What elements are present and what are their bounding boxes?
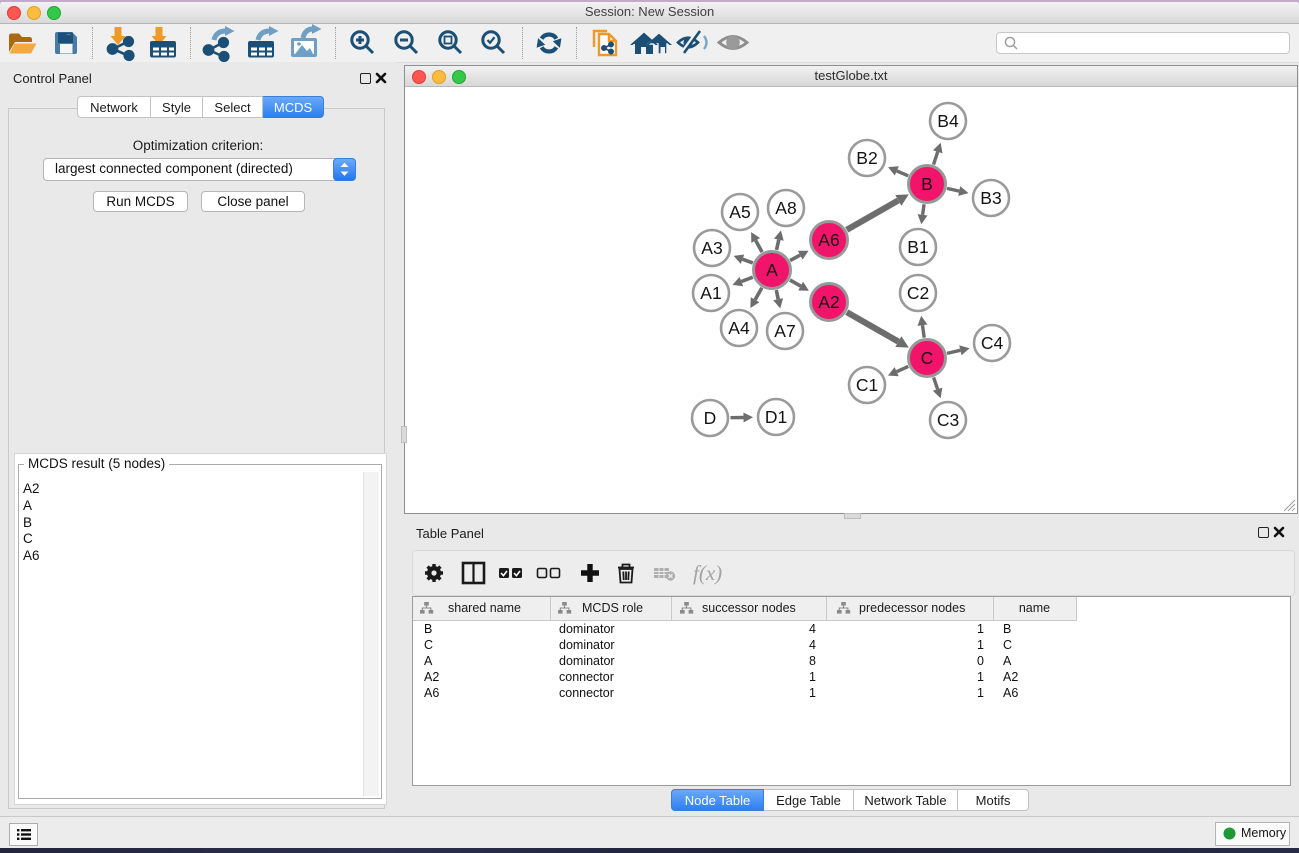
svg-text:A6: A6 bbox=[818, 230, 839, 250]
svg-text:B: B bbox=[921, 174, 933, 194]
svg-text:A: A bbox=[766, 260, 778, 280]
svg-text:f(x): f(x) bbox=[693, 561, 722, 585]
svg-text:C: C bbox=[921, 348, 934, 368]
svg-text:B1: B1 bbox=[907, 237, 928, 257]
svg-text:A7: A7 bbox=[774, 321, 795, 341]
svg-text:B3: B3 bbox=[980, 188, 1001, 208]
svg-text:D1: D1 bbox=[765, 407, 787, 427]
svg-text:D: D bbox=[704, 408, 717, 428]
svg-text:C2: C2 bbox=[907, 283, 929, 303]
svg-text:A2: A2 bbox=[818, 292, 839, 312]
svg-text:A1: A1 bbox=[700, 283, 721, 303]
svg-text:A8: A8 bbox=[775, 198, 796, 218]
svg-text:A5: A5 bbox=[729, 202, 750, 222]
svg-text:A3: A3 bbox=[701, 238, 722, 258]
svg-text:C1: C1 bbox=[856, 375, 878, 395]
svg-text:A4: A4 bbox=[728, 318, 750, 338]
svg-text:B4: B4 bbox=[937, 111, 959, 131]
svg-text:C4: C4 bbox=[981, 333, 1004, 353]
svg-text:B2: B2 bbox=[856, 148, 877, 168]
svg-text:C3: C3 bbox=[937, 410, 959, 430]
